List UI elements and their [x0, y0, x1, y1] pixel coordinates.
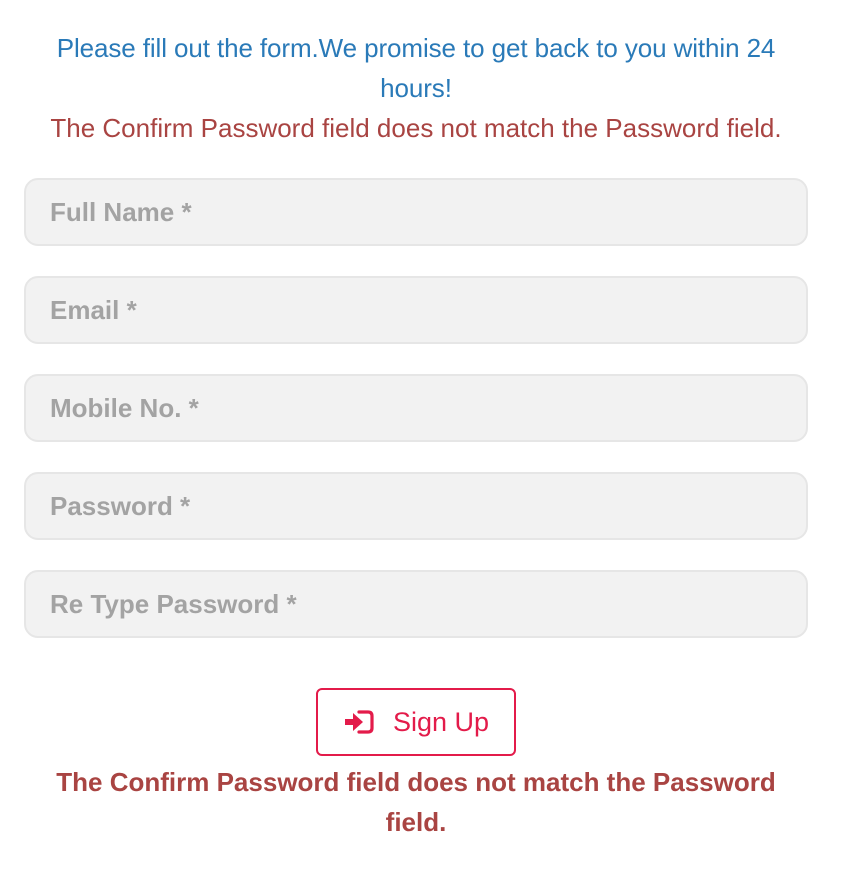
sign-up-button[interactable]: Sign Up: [316, 688, 516, 756]
password-input[interactable]: [48, 489, 784, 523]
password-field-wrapper: [24, 472, 808, 540]
retype-password-input[interactable]: [48, 587, 784, 621]
signup-form: Please fill out the form.We promise to g…: [24, 0, 808, 842]
submit-row: Sign Up: [24, 688, 808, 756]
full-name-field-wrapper: [24, 178, 808, 246]
mobile-field-wrapper: [24, 374, 808, 442]
full-name-input[interactable]: [48, 195, 784, 229]
mobile-input[interactable]: [48, 391, 784, 425]
validation-error-bottom: The Confirm Password field does not matc…: [56, 767, 776, 837]
retype-password-field-wrapper: [24, 570, 808, 638]
email-input[interactable]: [48, 293, 784, 327]
form-intro-text: Please fill out the form.We promise to g…: [56, 33, 776, 103]
sign-up-label: Sign Up: [392, 706, 490, 737]
sign-in-icon: [343, 709, 375, 735]
validation-error-top: The Confirm Password field does not matc…: [50, 113, 782, 143]
email-field-wrapper: [24, 276, 808, 344]
